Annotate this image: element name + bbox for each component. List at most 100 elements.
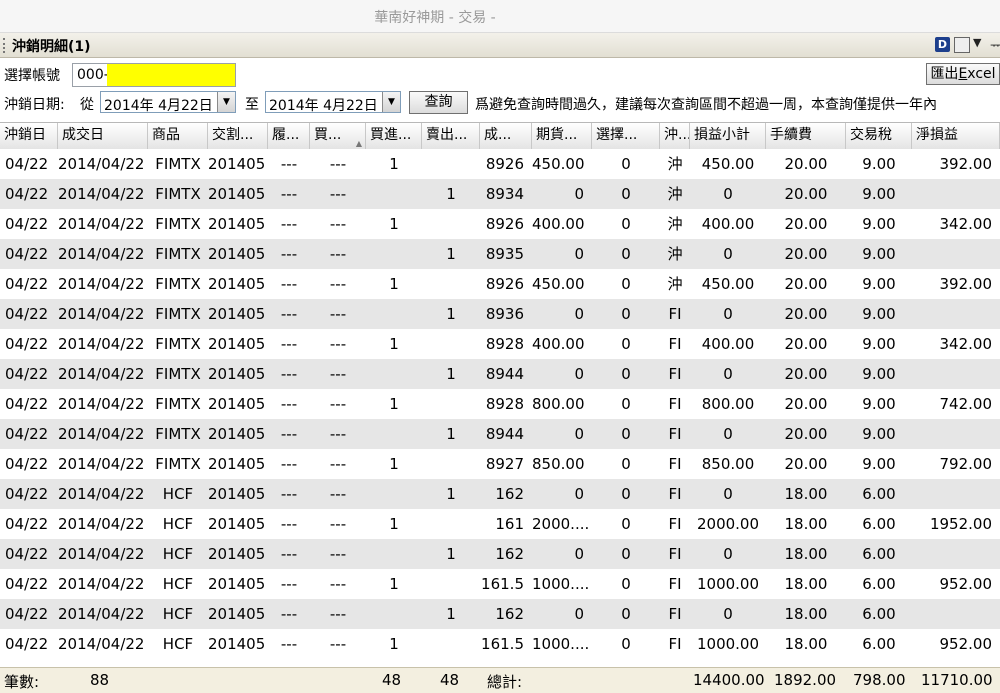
table-cell: 0 [621,365,631,383]
table-cell: 1 [446,485,456,503]
column-header[interactable]: 交易稅 [846,123,912,149]
table-cell: FI [668,395,682,413]
table-cell [422,269,480,299]
table-cell: 162 [495,545,524,563]
table-cell [422,149,480,179]
table-cell: 400.00 [532,215,585,233]
table-cell: 0 [621,635,631,653]
table-row[interactable]: 04/22 2014/04/22 HCF 201405 --- --- 1 162 0 0 FI 0 1… [0,479,1000,509]
table-cell: 201405 [208,155,266,173]
table-row[interactable]: 04/22 2014/04/22 HCF 201405 --- --- 1 162 0 0 FI 0 1… [0,599,1000,629]
table-row[interactable]: 04/22 2014/04/22 FIMTX 201405 --- --- 1 8927 850… [0,449,1000,479]
table-row[interactable]: 04/22 2014/04/22 FIMTX 201405 --- --- 1 8926 450… [0,269,1000,299]
table-cell: 20.00 [784,455,828,473]
table-cell: 18.00 [784,635,828,653]
account-input[interactable]: 000- [72,63,236,87]
table-cell: 04/22 [5,395,49,413]
table-cell: 1000.00 [696,635,760,653]
window-float-icon[interactable] [954,37,970,53]
table-cell: --- [329,155,347,173]
column-header[interactable]: 賣出... [422,123,480,149]
column-header[interactable]: 沖... [660,123,690,149]
column-header[interactable]: 買進... [366,123,422,149]
table-cell: 0 [621,425,631,443]
table-row[interactable]: 04/22 2014/04/22 FIMTX 201405 --- --- 1 8926 400… [0,209,1000,239]
column-header-label: 成... [484,127,512,143]
column-header[interactable]: 交割... [208,123,268,149]
table-cell: 04/22 [5,275,49,293]
table-cell: --- [280,215,298,233]
query-button[interactable]: 查詢 [409,91,468,114]
table-row[interactable]: 04/22 2014/04/22 FIMTX 201405 --- --- 1 8928 800… [0,389,1000,419]
table-row[interactable]: 04/22 2014/04/22 FIMTX 201405 --- --- 1 8935 0 0 沖… [0,239,1000,269]
table-cell: 沖 [667,215,683,233]
table-cell: 0 [621,215,631,233]
footer-tax-total: 798.00 [853,671,906,689]
column-header[interactable]: 沖銷日 [0,123,58,149]
table-cell: 161.5 [481,575,524,593]
to-date-dropdown-icon[interactable]: ▼ [382,92,400,112]
column-header[interactable]: 商品 [148,123,208,149]
table-cell: 8928 [485,395,524,413]
table-cell: 8936 [485,305,524,323]
table-cell: 04/22 [5,155,49,173]
table-cell: 201405 [208,335,266,353]
column-header[interactable]: 損益小計 [690,123,766,149]
d-app-icon[interactable]: D [935,37,950,52]
table-cell: 9.00 [862,155,896,173]
column-header-label: 沖... [664,127,690,143]
table-cell: FIMTX [155,215,201,233]
table-cell: 0 [723,425,733,443]
table-cell [422,629,480,659]
pin-icon[interactable]: ᅲ [990,35,1000,54]
column-header[interactable]: 買... ▲ [310,123,366,149]
column-header[interactable]: 手續費 [766,123,846,149]
table-cell: 9.00 [862,365,896,383]
table-cell: 0 [723,185,733,203]
table-cell: 沖 [667,185,683,203]
table-cell: 0 [574,245,584,263]
column-header[interactable]: 選擇... [592,123,660,149]
table-cell: 2014/04/22 [58,635,145,653]
table-cell: 04/22 [5,545,49,563]
table-cell: 0 [621,455,631,473]
table-row[interactable]: 04/22 2014/04/22 FIMTX 201405 --- --- 1 8934 0 0 沖… [0,179,1000,209]
table-cell: --- [329,425,347,443]
table-cell: 0 [621,515,631,533]
from-date-dropdown-icon[interactable]: ▼ [217,92,235,112]
table-cell: 1 [389,635,399,653]
panel-title: 沖銷明細(1) [12,39,91,55]
table-row[interactable]: 04/22 2014/04/22 FIMTX 201405 --- --- 1 8928 400… [0,329,1000,359]
table-row[interactable]: 04/22 2014/04/22 FIMTX 201405 --- --- 1 8936 0 0 F… [0,299,1000,329]
export-excel-button[interactable]: 匯出Excel [926,63,1000,85]
table-row[interactable]: 04/22 2014/04/22 HCF 201405 --- --- 1 161.5 1000… [0,629,1000,659]
table-row[interactable]: 04/22 2014/04/22 FIMTX 201405 --- --- 1 8926 450… [0,149,1000,179]
table-cell: 201405 [208,575,266,593]
table-row[interactable]: 04/22 2014/04/22 HCF 201405 --- --- 1 161.5 1000… [0,569,1000,599]
drag-grip-icon[interactable] [3,38,8,53]
column-header[interactable]: 成... [480,123,532,149]
table-cell: FI [668,485,682,503]
column-header[interactable]: 淨損益 [912,123,1000,149]
table-cell: --- [280,305,298,323]
table-cell: 1 [446,425,456,443]
from-date-picker[interactable]: 2014年 4月22日 ▼ [100,91,236,113]
footer-count: 88 [90,671,110,689]
table-cell [422,509,480,539]
table-cell: HCF [162,485,194,503]
table-cell [912,359,1000,389]
table-cell: 450.00 [701,275,755,293]
column-header[interactable]: 成交日 [58,123,148,149]
column-header[interactable]: 期貨... [532,123,592,149]
table-cell: 0 [574,425,584,443]
table-row[interactable]: 04/22 2014/04/22 FIMTX 201405 --- --- 1 8944 0 0 F… [0,359,1000,389]
table-row[interactable]: 04/22 2014/04/22 HCF 201405 --- --- 1 162 0 0 FI 0 1… [0,539,1000,569]
column-header[interactable]: 履... [268,123,310,149]
table-cell: 1 [389,515,399,533]
table-cell: 04/22 [5,455,49,473]
table-row[interactable]: 04/22 2014/04/22 FIMTX 201405 --- --- 1 8944 0 0 F… [0,419,1000,449]
dropdown-arrow-icon[interactable]: ▼ [973,36,981,49]
to-date-picker[interactable]: 2014年 4月22日 ▼ [265,91,401,113]
table-cell: 1 [389,215,399,233]
table-row[interactable]: 04/22 2014/04/22 HCF 201405 --- --- 1 161 2000..… [0,509,1000,539]
